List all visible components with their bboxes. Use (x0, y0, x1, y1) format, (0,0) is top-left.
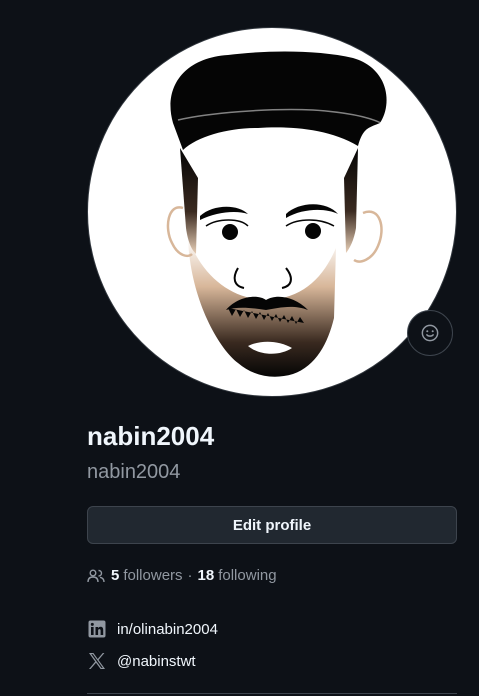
twitter-link-text[interactable]: @nabinstwt (117, 653, 196, 670)
follow-stats: 5 followers · 18 following (87, 567, 277, 584)
divider (87, 693, 457, 694)
profile-fullname: nabin2004 (87, 421, 215, 451)
social-linkedin[interactable]: in/olinabin2004 (87, 619, 218, 639)
following-label: following (218, 567, 277, 584)
followers-count: 5 (111, 567, 120, 584)
edit-profile-button[interactable]: Edit profile (87, 506, 457, 544)
followers-label: followers (123, 567, 183, 584)
stats-separator: · (187, 567, 193, 584)
profile-username: nabin2004 (87, 461, 181, 483)
set-status-button[interactable] (407, 310, 453, 356)
social-twitter[interactable]: @nabinstwt (87, 651, 196, 671)
x-icon (87, 651, 107, 671)
avatar-illustration (166, 51, 387, 377)
avatar-container (87, 27, 457, 397)
linkedin-link-text[interactable]: in/olinabin2004 (117, 621, 218, 638)
followers-link[interactable]: 5 followers (111, 567, 183, 584)
people-icon (87, 568, 105, 584)
avatar[interactable] (87, 27, 457, 397)
following-count: 18 (197, 567, 215, 584)
linkedin-icon (87, 619, 107, 639)
following-link[interactable]: 18 following (198, 567, 277, 584)
smiley-icon (421, 324, 439, 342)
profile-sidebar: nabin2004 nabin2004 Edit profile 5 follo… (0, 0, 479, 696)
